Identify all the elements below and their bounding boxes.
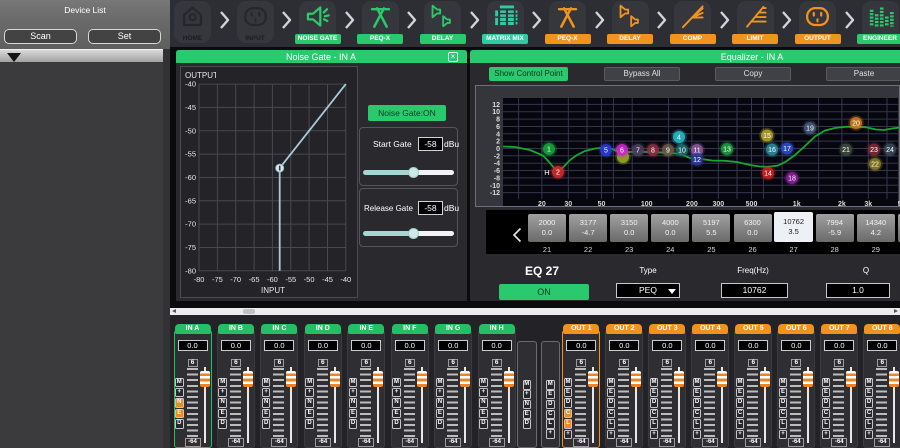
svg-text:-4: -4: [494, 161, 500, 168]
svg-text:-80: -80: [185, 266, 196, 275]
svg-text:-75: -75: [185, 243, 196, 252]
svg-text:15: 15: [763, 133, 771, 140]
svg-text:-60: -60: [267, 275, 278, 284]
svg-text:200: 200: [686, 201, 698, 207]
svg-text:10: 10: [492, 109, 500, 116]
svg-text:20: 20: [852, 121, 860, 128]
svg-text:-10: -10: [490, 183, 500, 190]
svg-text:22: 22: [871, 162, 879, 169]
svg-text:21: 21: [842, 147, 850, 154]
svg-text:1: 1: [547, 147, 551, 154]
svg-text:-50: -50: [304, 275, 315, 284]
svg-text:13: 13: [723, 147, 731, 154]
svg-text:17: 17: [783, 146, 791, 153]
svg-text:-80: -80: [194, 275, 205, 284]
svg-text:500: 500: [746, 201, 758, 207]
svg-text:-60: -60: [185, 173, 196, 182]
svg-text:100: 100: [641, 201, 653, 207]
svg-text:-55: -55: [185, 150, 196, 159]
svg-text:-45: -45: [322, 275, 333, 284]
svg-text:18: 18: [788, 176, 796, 183]
svg-text:5: 5: [604, 148, 608, 155]
svg-text:1k: 1k: [793, 201, 801, 207]
svg-text:20: 20: [538, 201, 546, 207]
svg-text:9: 9: [666, 148, 670, 155]
svg-text:19: 19: [806, 126, 814, 133]
svg-text:-40: -40: [340, 275, 351, 284]
svg-text:14: 14: [764, 171, 772, 178]
svg-text:-2: -2: [494, 153, 500, 160]
svg-text:2: 2: [496, 139, 500, 146]
svg-text:2k: 2k: [838, 201, 846, 207]
svg-text:30: 30: [564, 201, 572, 207]
svg-text:0: 0: [496, 146, 500, 153]
svg-text:-50: -50: [185, 126, 196, 135]
svg-text:-75: -75: [212, 275, 223, 284]
svg-text:24: 24: [886, 147, 894, 154]
svg-text:3k: 3k: [864, 201, 872, 207]
svg-text:23: 23: [870, 147, 878, 154]
svg-text:-45: -45: [185, 103, 196, 112]
svg-text:-65: -65: [185, 196, 196, 205]
svg-text:-55: -55: [285, 275, 296, 284]
svg-text:-12: -12: [490, 190, 500, 197]
svg-text:6: 6: [620, 148, 624, 155]
svg-text:8: 8: [496, 117, 500, 124]
svg-text:8: 8: [651, 148, 655, 155]
svg-text:2: 2: [556, 170, 560, 177]
svg-text:-70: -70: [230, 275, 241, 284]
svg-text:4: 4: [677, 135, 681, 142]
svg-text:12: 12: [492, 102, 500, 109]
svg-text:16: 16: [768, 147, 776, 154]
svg-text:4: 4: [496, 131, 500, 138]
svg-text:-65: -65: [249, 275, 260, 284]
svg-text:-8: -8: [494, 175, 500, 182]
svg-text:10: 10: [678, 148, 686, 155]
svg-text:6: 6: [496, 124, 500, 131]
svg-text:7: 7: [636, 148, 640, 155]
svg-text:-6: -6: [494, 168, 500, 175]
svg-text:12: 12: [693, 157, 701, 164]
svg-text:H: H: [544, 168, 549, 177]
svg-text:50: 50: [598, 201, 606, 207]
svg-text:INPUT: INPUT: [261, 286, 285, 295]
svg-text:300: 300: [712, 201, 724, 207]
svg-text:-40: -40: [185, 80, 196, 89]
svg-text:-70: -70: [185, 220, 196, 229]
